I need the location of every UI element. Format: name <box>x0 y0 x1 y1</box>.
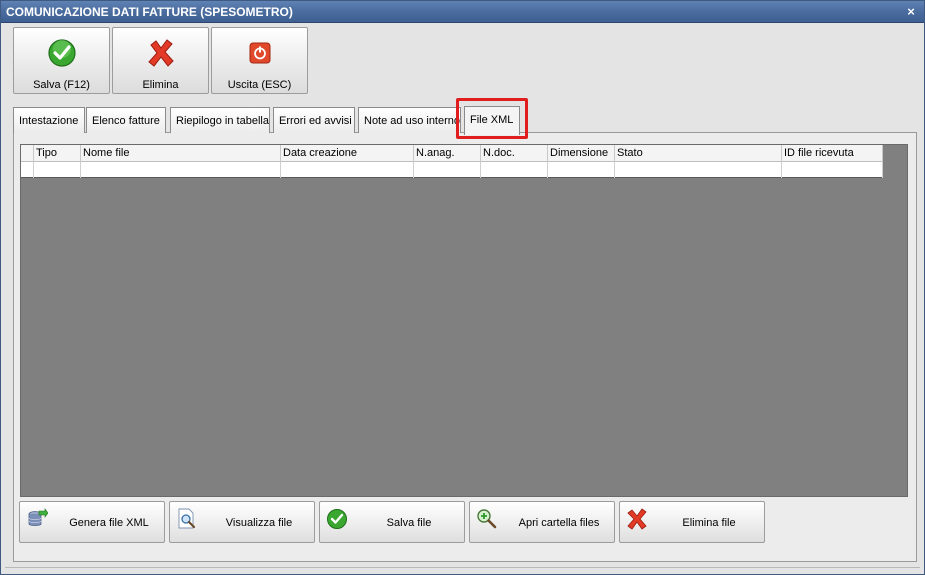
table-cell[interactable] <box>782 162 883 178</box>
tab-intestazione[interactable]: Intestazione <box>13 107 85 133</box>
zoom-in-icon <box>477 509 497 529</box>
check-icon <box>327 509 347 529</box>
view-file-label: Visualizza file <box>225 517 293 529</box>
table-cell[interactable] <box>481 162 548 178</box>
exit-button-label: Uscita (ESC) <box>227 79 292 91</box>
column-header-dimensione[interactable]: Dimensione <box>548 145 615 162</box>
delete-x-icon <box>627 508 647 530</box>
generate-xml-button[interactable]: Genera file XML <box>19 501 165 543</box>
tab-riepilogo-tabella[interactable]: Riepilogo in tabella <box>170 107 270 133</box>
close-icon[interactable]: × <box>904 1 918 23</box>
column-header-n-doc[interactable]: N.doc. <box>481 145 548 162</box>
row-selector-header <box>21 145 34 162</box>
column-header-tipo[interactable]: Tipo <box>34 145 81 162</box>
save-button-label: Salva (F12) <box>33 79 90 91</box>
column-header-data-creazione[interactable]: Data creazione <box>281 145 414 162</box>
delete-x-icon <box>148 39 174 67</box>
divider <box>5 567 920 568</box>
column-header-stato[interactable]: Stato <box>615 145 782 162</box>
view-file-button[interactable]: Visualizza file <box>169 501 315 543</box>
delete-file-button[interactable]: Elimina file <box>619 501 765 543</box>
column-header-nome-file[interactable]: Nome file <box>81 145 281 162</box>
tab-note-interno[interactable]: Note ad uso interno <box>358 107 461 133</box>
exit-button[interactable]: Uscita (ESC) <box>211 27 308 94</box>
column-header-id-file-ricevuta[interactable]: ID file ricevuta <box>782 145 883 162</box>
table-row[interactable] <box>21 162 883 178</box>
app-window: COMUNICAZIONE DATI FATTURE (SPESOMETRO) … <box>0 0 925 575</box>
table-cell[interactable] <box>414 162 481 178</box>
check-icon <box>48 39 76 67</box>
table-cell[interactable] <box>548 162 615 178</box>
delete-file-label: Elimina file <box>682 517 736 529</box>
open-folder-button[interactable]: Apri cartella files <box>469 501 615 543</box>
save-file-button[interactable]: Salva file <box>319 501 465 543</box>
row-selector[interactable] <box>21 162 34 178</box>
delete-button-label: Elimina <box>142 79 179 91</box>
table-cell[interactable] <box>34 162 81 178</box>
title-bar: COMUNICAZIONE DATI FATTURE (SPESOMETRO) … <box>1 1 924 23</box>
magnifier-document-icon <box>178 508 196 529</box>
tab-errori-avvisi[interactable]: Errori ed avvisi <box>273 107 355 133</box>
files-grid[interactable]: Tipo Nome file Data creazione N.anag. N.… <box>20 144 908 497</box>
tab-file-xml[interactable]: File XML <box>464 106 520 135</box>
power-icon <box>249 42 271 64</box>
open-folder-label: Apri cartella files <box>518 517 600 529</box>
save-file-label: Salva file <box>386 517 432 529</box>
save-button[interactable]: Salva (F12) <box>13 27 110 94</box>
tab-elenco-fatture[interactable]: Elenco fatture <box>86 107 166 133</box>
window-title: COMUNICAZIONE DATI FATTURE (SPESOMETRO) <box>6 5 293 19</box>
table-cell[interactable] <box>81 162 281 178</box>
grid-header: Tipo Nome file Data creazione N.anag. N.… <box>21 145 883 162</box>
delete-button[interactable]: Elimina <box>112 27 209 94</box>
table-cell[interactable] <box>615 162 782 178</box>
table-cell[interactable] <box>281 162 414 178</box>
database-export-icon <box>28 508 48 526</box>
generate-xml-label: Genera file XML <box>69 517 149 529</box>
column-header-n-anag[interactable]: N.anag. <box>414 145 481 162</box>
